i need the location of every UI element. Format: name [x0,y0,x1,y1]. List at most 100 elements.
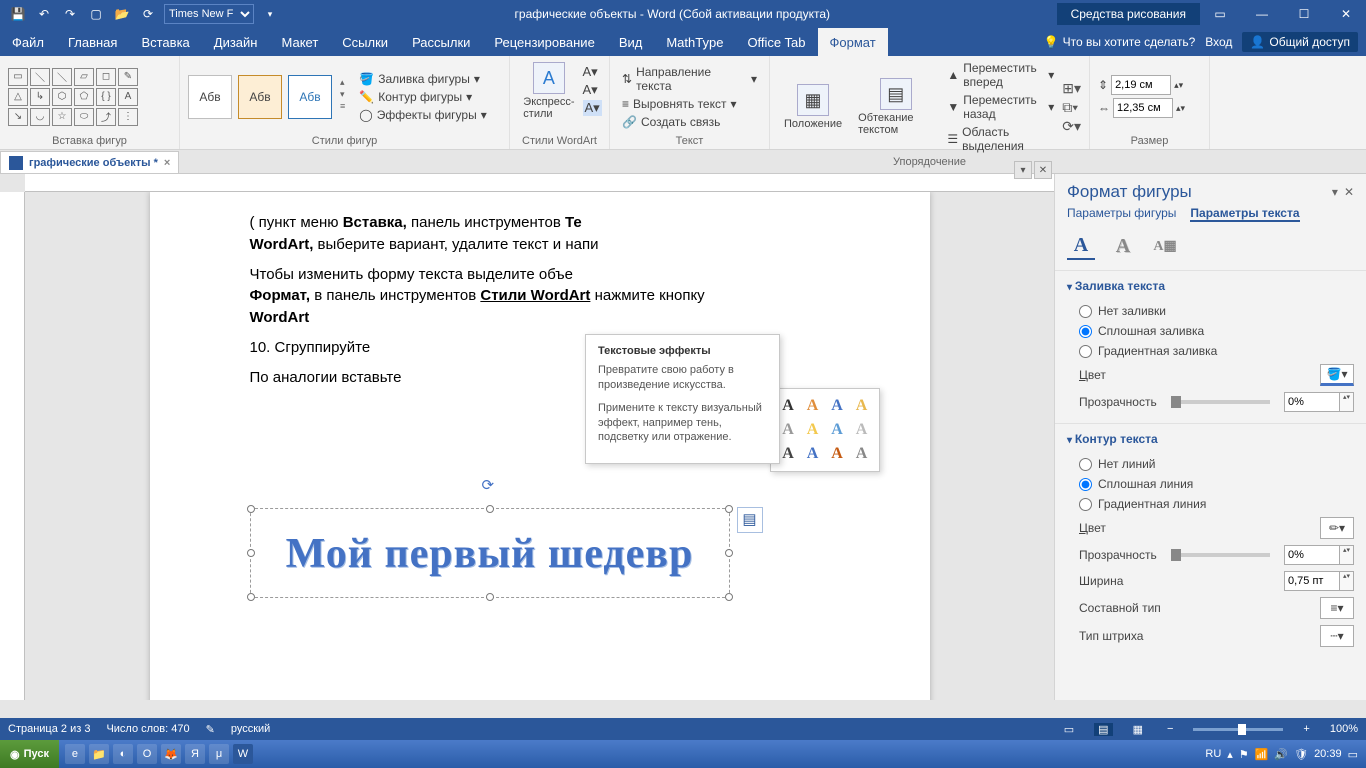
ie-icon[interactable]: e [65,744,85,764]
gallery-down-icon[interactable]: ▾ [340,89,345,100]
text-outline-icon[interactable]: A▾ [583,82,602,98]
ribbon-options-icon[interactable]: ▭ [1200,0,1240,28]
start-button[interactable]: ◉ Пуск [0,740,59,768]
page-indicator[interactable]: Страница 2 из 3 [8,723,90,735]
web-layout-icon[interactable]: ▦ [1129,723,1147,736]
redo-icon[interactable]: ↷ [60,4,80,24]
save-icon[interactable]: 💾 [8,4,28,24]
read-mode-icon[interactable]: ▭ [1060,723,1078,736]
radio-no-fill[interactable] [1079,305,1092,318]
tab-text-options[interactable]: Параметры текста [1190,206,1299,222]
radio-solid-line[interactable] [1079,478,1092,491]
shapes-gallery[interactable]: ▭＼＼▱◻✎ △↳⬡⬠{ }A ↘◡☆⬭⤴⋮ [8,68,138,126]
maximize-icon[interactable]: ☐ [1284,0,1324,28]
word-icon[interactable]: W [233,744,253,764]
dash-type-picker[interactable]: ┄▾ [1320,625,1354,647]
align-icon[interactable]: ⊞▾ [1062,80,1081,97]
resize-handle[interactable] [247,593,255,601]
tab-insert[interactable]: Вставка [129,28,201,56]
tray-volume-icon[interactable]: 🔊 [1274,748,1288,761]
send-backward-button[interactable]: ▼ Переместить назад ▾ [943,92,1058,122]
compound-type-picker[interactable]: ≡▾ [1320,597,1354,619]
refresh-icon[interactable]: ⟳ [138,4,158,24]
width-input[interactable] [1113,98,1173,118]
radio-gradient-fill[interactable] [1079,345,1092,358]
yandex-icon[interactable]: Я [185,744,205,764]
shape-fill-button[interactable]: 🪣 Заливка фигуры ▾ [355,71,490,87]
shape-style-3[interactable]: Абв [288,75,332,119]
undo-icon[interactable]: ↶ [34,4,54,24]
word-count[interactable]: Число слов: 470 [106,723,189,735]
section-text-outline[interactable]: Контур текста [1067,432,1354,446]
text-direction-button[interactable]: ⇅ Направление текста ▾ [618,64,761,94]
radio-gradient-line[interactable] [1079,498,1092,511]
bring-forward-button[interactable]: ▲ Переместить вперед ▾ [943,60,1058,90]
line-transparency-slider[interactable] [1171,553,1270,557]
signin-link[interactable]: Вход [1205,35,1232,49]
tray-flag-icon[interactable]: ⚑ [1239,748,1249,761]
tab-view[interactable]: Вид [607,28,655,56]
wordart-text[interactable]: Мой первый шедевр [251,509,729,599]
explorer-icon[interactable]: 📁 [89,744,109,764]
gallery-up-icon[interactable]: ▴ [340,77,345,88]
new-icon[interactable]: ▢ [86,4,106,24]
text-fill-icon[interactable]: A▾ [583,64,602,80]
text-effects-tab-icon[interactable]: A [1109,232,1137,260]
tab-shape-options[interactable]: Параметры фигуры [1067,206,1176,222]
zoom-in-icon[interactable]: + [1299,723,1313,735]
resize-handle[interactable] [486,593,494,601]
panel-close-icon[interactable]: ✕ [1344,185,1354,199]
resize-handle[interactable] [725,549,733,557]
resize-handle[interactable] [725,593,733,601]
group-icon[interactable]: ⧉▾ [1062,99,1081,116]
resize-handle[interactable] [247,505,255,513]
font-selector[interactable]: Times New F [164,4,254,24]
shape-outline-button[interactable]: ✏️ Контур фигуры ▾ [355,89,490,105]
tab-layout[interactable]: Макет [269,28,330,56]
tab-design[interactable]: Дизайн [202,28,270,56]
selection-pane-button[interactable]: ☰ Область выделения [943,124,1058,154]
section-text-fill[interactable]: Заливка текста [1067,279,1354,293]
resize-handle[interactable] [247,549,255,557]
shape-style-2[interactable]: Абв [238,75,282,119]
wrap-text-button[interactable]: ▤Обтекание текстом [852,76,939,138]
create-link-button[interactable]: 🔗 Создать связь [618,114,761,130]
qat-more-icon[interactable]: ▾ [260,4,280,24]
fill-color-picker[interactable]: 🪣▾ [1320,364,1354,386]
show-desktop-icon[interactable]: ▭ [1348,748,1358,761]
zoom-level[interactable]: 100% [1330,723,1358,735]
textbox-tab-icon[interactable]: A▦ [1151,232,1179,260]
rotate-icon[interactable]: ⟳▾ [1062,118,1081,135]
tab-file[interactable]: Файл [0,28,56,56]
spellcheck-icon[interactable]: ✎ [206,723,215,736]
minimize-icon[interactable]: — [1242,0,1282,28]
tab-home[interactable]: Главная [56,28,129,56]
shape-effects-button[interactable]: ◯ Эффекты фигуры ▾ [355,107,490,123]
wordart-quickstyles-button[interactable]: AЭкспресс-стили [517,60,580,122]
zoom-slider[interactable] [1193,728,1283,731]
zoom-out-icon[interactable]: − [1163,723,1177,735]
tell-me-icon[interactable]: 💡 Что вы хотите сделать? [1044,35,1196,49]
tab-close-icon[interactable]: × [164,157,170,169]
print-layout-icon[interactable]: ▤ [1094,723,1112,736]
gallery-more-icon[interactable]: ≡ [340,101,345,111]
open-icon[interactable]: 📂 [112,4,132,24]
tray-lang[interactable]: RU [1205,748,1221,760]
doc-dropdown-icon[interactable]: ▾ [1014,161,1032,179]
document-tab[interactable]: графические объекты * × [0,151,179,173]
panel-menu-icon[interactable]: ▾ [1332,185,1338,199]
shape-style-1[interactable]: Абв [188,75,232,119]
vertical-ruler[interactable] [0,192,25,700]
doc-close-icon[interactable]: ✕ [1034,161,1052,179]
text-fill-outline-icon[interactable]: A [1067,232,1095,260]
wordart-gallery-popup[interactable]: AAAA AAAA AAAA [770,388,880,472]
tab-references[interactable]: Ссылки [330,28,400,56]
resize-handle[interactable] [486,505,494,513]
radio-solid-fill[interactable] [1079,325,1092,338]
tab-mathtype[interactable]: MathType [654,28,735,56]
tab-mailings[interactable]: Рассылки [400,28,482,56]
tab-review[interactable]: Рецензирование [482,28,606,56]
line-transparency-input[interactable] [1284,545,1340,565]
line-color-picker[interactable]: ✏▾ [1320,517,1354,539]
language-indicator[interactable]: русский [231,723,270,735]
